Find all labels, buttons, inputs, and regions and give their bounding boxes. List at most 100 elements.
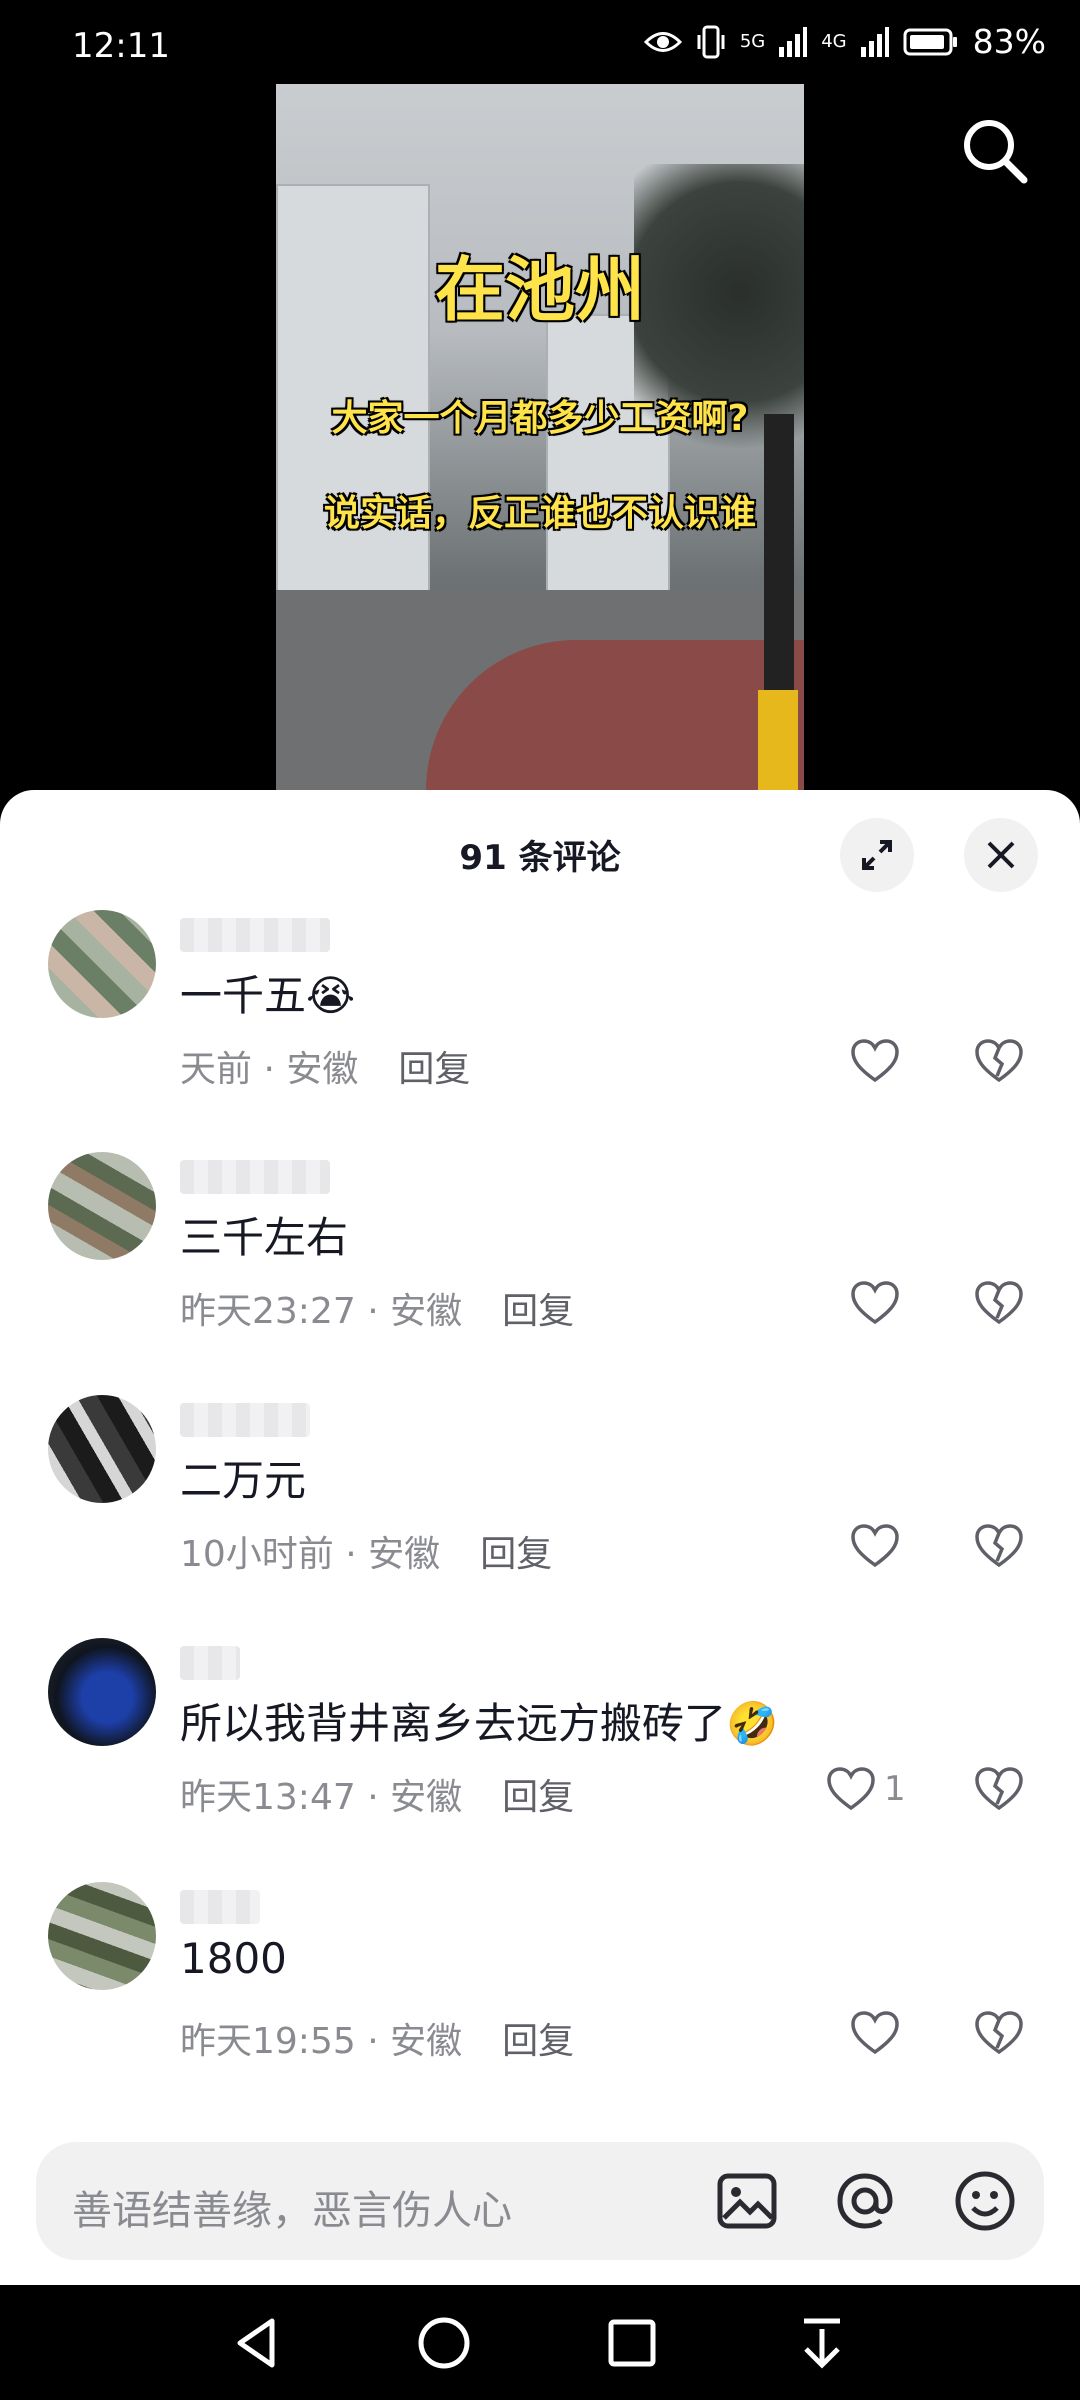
dislike-button[interactable] (974, 1280, 1024, 1330)
comment-text: 二万元 (180, 1456, 307, 1505)
signal-icon (860, 26, 889, 57)
comment-count-title: 91 条评论 (459, 838, 621, 878)
comment-location: 安徽 (390, 1291, 463, 1332)
avatar[interactable] (48, 1152, 156, 1260)
comment-time: 昨天23:27 (180, 1291, 356, 1332)
eye-icon (643, 31, 682, 52)
heart-icon (851, 1524, 899, 1568)
comment-location: 安徽 (286, 1049, 359, 1090)
comment-time: 天前 (180, 1049, 253, 1090)
comment-meta: 昨天19:55 · 安徽 回复 (180, 2012, 574, 2064)
status-bar: 12:11 5G 4G 83% (0, 0, 1080, 84)
meta-separator: · (367, 1291, 379, 1332)
image-button[interactable] (714, 2168, 780, 2234)
home-button[interactable] (414, 2313, 474, 2373)
reply-button[interactable]: 回复 (480, 1534, 552, 1575)
comment-meta: 天前 · 安徽 回复 (180, 1040, 470, 1092)
username[interactable] (180, 1890, 260, 1924)
comment-sheet: 91 条评论 一千五😭 天前 · 安徽 回复 三千左右 昨天23:27 · 安徽回… (0, 790, 1080, 2285)
comment-item: 二万元 10小时前 · 安徽 回复 (0, 1395, 1080, 1635)
emoji-button[interactable] (952, 2168, 1018, 2234)
username[interactable] (180, 1403, 310, 1437)
comment-item: 1800 昨天19:55 · 安徽 回复 (0, 1882, 1080, 2122)
video-preview[interactable]: 在池州 大家一个月都多少工资啊? 说实话，反正谁也不认识谁 (276, 84, 804, 790)
comment-input-bar[interactable]: 善语结善缘，恶言伤人心 (36, 2142, 1044, 2260)
meta-separator: · (367, 1777, 379, 1818)
video-overlay-line1: 大家一个月都多少工资啊? (331, 398, 749, 439)
like-button[interactable] (850, 2010, 908, 2056)
dislike-button[interactable] (974, 1523, 1024, 1573)
back-triangle-icon (237, 2318, 275, 2368)
meta-separator: · (367, 2021, 379, 2062)
reply-button[interactable]: 回复 (502, 1291, 574, 1332)
comment-meta: 昨天13:47 · 安徽 回复 (180, 1768, 574, 1820)
close-button[interactable] (964, 818, 1038, 892)
like-button[interactable] (850, 1038, 908, 1084)
comment-item: 所以我背井离乡去远方搬砖了🤣 昨天13:47 · 安徽 回复 1 (0, 1638, 1080, 1878)
reply-button[interactable]: 回复 (398, 1049, 470, 1090)
heart-icon (851, 1039, 899, 1083)
avatar[interactable] (48, 1638, 156, 1746)
video-overlay-line2: 说实话，反正谁也不认识谁 (323, 493, 756, 534)
at-icon (837, 2173, 893, 2229)
username[interactable] (180, 1160, 330, 1194)
heart-icon (827, 1767, 875, 1811)
comment-time: 昨天13:47 (180, 1777, 356, 1818)
emoji-icon (955, 2171, 1015, 2231)
yellow-pole (758, 690, 798, 790)
hide-nav-button[interactable] (792, 2313, 852, 2373)
like-button[interactable]: 1 (826, 1766, 906, 1812)
comment-text: 所以我背井离乡去远方搬砖了🤣 (180, 1699, 779, 1748)
comment-location: 安徽 (368, 1534, 441, 1575)
avatar[interactable] (48, 1882, 156, 1990)
dislike-button[interactable] (974, 2010, 1024, 2060)
reply-button[interactable]: 回复 (502, 2021, 574, 2062)
username[interactable] (180, 1646, 240, 1680)
broken-heart-icon (975, 1281, 1023, 1325)
avatar[interactable] (48, 910, 156, 1018)
comment-time: 昨天19:55 (180, 2021, 356, 2062)
mention-button[interactable] (832, 2168, 898, 2234)
back-button[interactable] (226, 2313, 286, 2373)
like-button[interactable] (850, 1280, 908, 1326)
avatar[interactable] (48, 1395, 156, 1503)
battery-icon (903, 28, 957, 55)
comment-meta: 昨天23:27 · 安徽 回复 (180, 1282, 574, 1334)
recents-square-icon (608, 2319, 656, 2367)
search-button[interactable] (960, 116, 1030, 186)
network-5g-label: 5G (739, 30, 766, 52)
comment-item: 三千左右 昨天23:27 · 安徽 回复 (0, 1152, 1080, 1392)
video-overlay-title: 在池州 (435, 249, 645, 331)
network-4g-label: 4G (821, 30, 847, 52)
dislike-button[interactable] (974, 1766, 1024, 1816)
comment-item: 一千五😭 天前 · 安徽 回复 (0, 910, 1080, 1150)
comment-text: 三千左右 (180, 1213, 349, 1262)
recents-button[interactable] (602, 2313, 662, 2373)
dislike-button[interactable] (974, 1038, 1024, 1088)
heart-icon (851, 2011, 899, 2055)
comment-meta: 10小时前 · 安徽 回复 (180, 1525, 552, 1577)
comment-time: 10小时前 (180, 1534, 334, 1575)
expand-button[interactable] (840, 818, 914, 892)
close-icon (987, 841, 1015, 869)
broken-heart-icon (975, 1524, 1023, 1568)
like-count: 1 (884, 1769, 906, 1809)
username[interactable] (180, 918, 330, 952)
expand-icon (862, 840, 892, 870)
heart-icon (851, 1281, 899, 1325)
reply-button[interactable]: 回复 (502, 1777, 574, 1818)
like-button[interactable] (850, 1523, 908, 1569)
broken-heart-icon (975, 2011, 1023, 2055)
comment-input-placeholder[interactable]: 善语结善缘，恶言伤人心 (72, 2178, 512, 2236)
status-time: 12:11 (72, 26, 170, 66)
comment-text: 1800 (180, 1934, 287, 1983)
comment-text: 一千五😭 (180, 971, 356, 1020)
meta-separator: · (263, 1049, 275, 1090)
download-arrow-icon (804, 2318, 840, 2369)
home-circle-icon (418, 2317, 470, 2369)
search-icon (964, 120, 1028, 184)
vibrate-icon (697, 25, 725, 58)
battery-percent: 83% (972, 22, 1046, 61)
broken-heart-icon (975, 1039, 1023, 1083)
image-icon (717, 2173, 777, 2229)
